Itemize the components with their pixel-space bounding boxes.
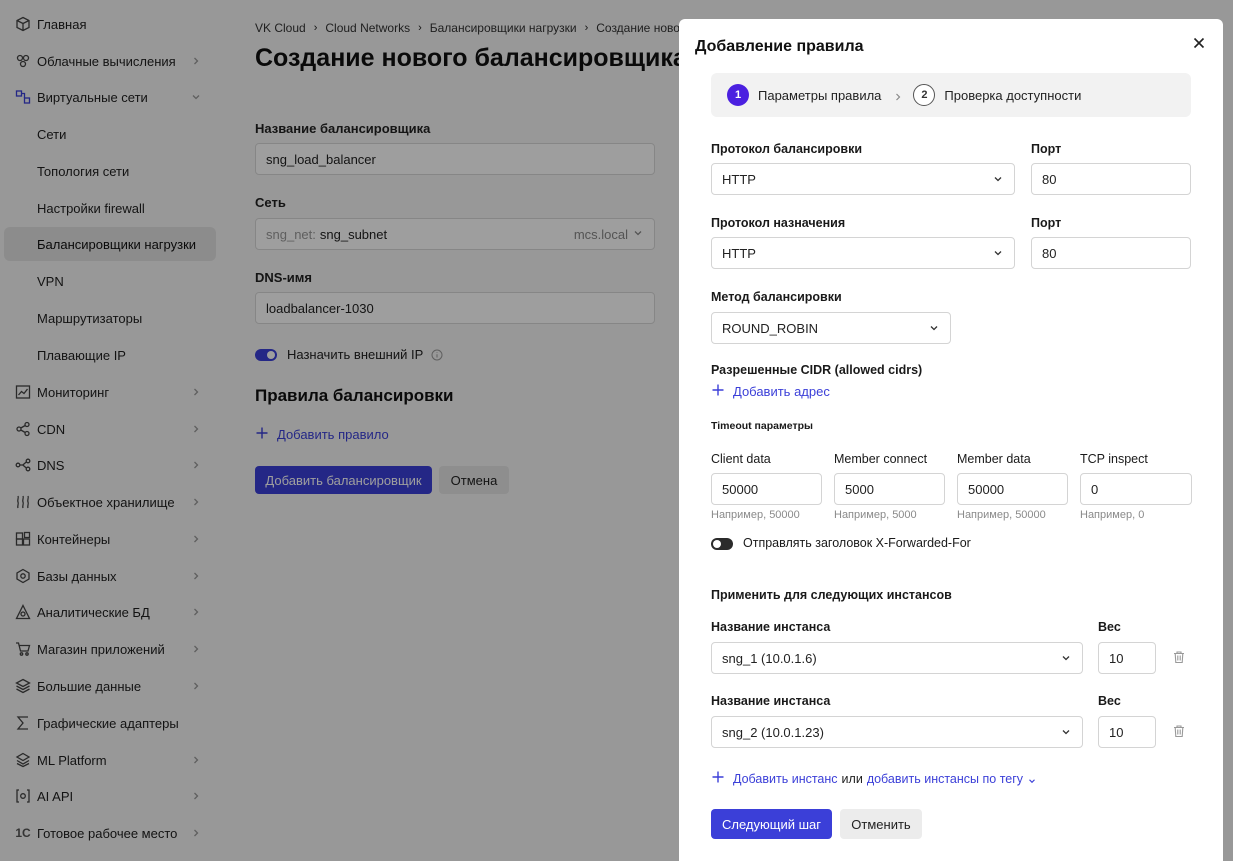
port-label: Порт — [1031, 142, 1062, 156]
balance-protocol-label: Протокол балансировки — [711, 142, 863, 156]
instance-select[interactable]: sng_1 (10.0.1.6) — [711, 642, 1083, 674]
add-address-link[interactable]: Добавить адрес — [711, 383, 830, 400]
trash-icon[interactable] — [1172, 650, 1186, 664]
weight-value: 10 — [1109, 650, 1124, 666]
member-connect-hint: Например, 5000 — [834, 509, 917, 521]
method-select[interactable]: ROUND_ROBIN — [711, 312, 951, 344]
add-instance-link[interactable]: Добавить инстанс — [733, 772, 838, 786]
step-label[interactable]: Параметры правила — [758, 88, 881, 103]
instances-title: Применить для следующих инстансов — [711, 588, 952, 602]
timeout-title: Timeout параметры — [711, 420, 813, 432]
xff-label: Отправлять заголовок X-Forwarded-For — [743, 536, 971, 550]
dest-protocol-select[interactable]: HTTP — [711, 237, 1015, 269]
tcp-inspect-input[interactable]: 0 — [1080, 473, 1192, 505]
client-data-input[interactable]: 50000 — [711, 473, 822, 505]
chevron-right-icon — [893, 90, 903, 101]
chevron-down-icon — [992, 247, 1004, 259]
dest-port-value: 80 — [1042, 245, 1057, 261]
balance-protocol-select[interactable]: HTTP — [711, 163, 1015, 195]
member-data-label: Member data — [957, 452, 1031, 466]
weight-value: 10 — [1109, 724, 1124, 740]
modal-cancel-button[interactable]: Отменить — [840, 809, 922, 839]
chevron-down-icon[interactable] — [1027, 774, 1037, 784]
weight-input[interactable]: 10 — [1098, 642, 1156, 674]
port-input[interactable]: 80 — [1031, 163, 1191, 195]
or-text: или — [841, 771, 863, 786]
client-data-value: 50000 — [722, 481, 759, 497]
chevron-down-icon — [992, 173, 1004, 185]
add-by-tag-link[interactable]: добавить инстансы по тегу — [867, 772, 1023, 786]
chevron-down-icon — [1060, 652, 1072, 664]
method-label: Метод балансировки — [711, 290, 842, 304]
dest-protocol-label: Протокол назначения — [711, 216, 846, 230]
next-step-button[interactable]: Следующий шаг — [711, 809, 832, 839]
instance-label: Название инстанса — [711, 694, 831, 708]
client-data-label: Client data — [711, 452, 771, 466]
weight-label: Вес — [1098, 694, 1121, 708]
cidr-label: Разрешенные CIDR (allowed cidrs) — [711, 363, 923, 377]
member-connect-label: Member connect — [834, 452, 928, 466]
tcp-inspect-hint: Например, 0 — [1080, 509, 1145, 521]
client-data-hint: Например, 50000 — [711, 509, 800, 521]
weight-input[interactable]: 10 — [1098, 716, 1156, 748]
chevron-down-icon — [1060, 726, 1072, 738]
member-data-input[interactable]: 50000 — [957, 473, 1068, 505]
instance-value: sng_1 (10.0.1.6) — [722, 650, 817, 666]
instance-label: Название инстанса — [711, 620, 831, 634]
modal-title: Добавление правила — [695, 38, 864, 55]
close-icon[interactable] — [1191, 35, 1207, 51]
dest-port-input[interactable]: 80 — [1031, 237, 1191, 269]
member-connect-input[interactable]: 5000 — [834, 473, 945, 505]
instance-value: sng_2 (10.0.1.23) — [722, 724, 824, 740]
weight-label: Вес — [1098, 620, 1121, 634]
add-rule-modal: Добавление правила 1 Параметры правила 2… — [679, 19, 1223, 861]
tcp-inspect-value: 0 — [1091, 481, 1099, 497]
step-number: 1 — [727, 84, 749, 106]
xff-toggle[interactable] — [711, 538, 733, 550]
instance-select[interactable]: sng_2 (10.0.1.23) — [711, 716, 1083, 748]
member-data-hint: Например, 50000 — [957, 509, 1046, 521]
tcp-inspect-label: TCP inspect — [1080, 452, 1148, 466]
port-value: 80 — [1042, 171, 1057, 187]
add-address-label: Добавить адрес — [733, 384, 830, 399]
method-value: ROUND_ROBIN — [722, 320, 819, 336]
member-data-value: 50000 — [968, 481, 1005, 497]
step-number: 2 — [913, 84, 936, 106]
dest-protocol-value: HTTP — [722, 245, 756, 261]
chevron-down-icon — [928, 322, 940, 334]
trash-icon[interactable] — [1172, 724, 1186, 738]
dest-port-label: Порт — [1031, 216, 1062, 230]
plus-icon — [711, 770, 725, 787]
add-instance-row: Добавить инстанс или добавить инстансы п… — [711, 770, 1037, 787]
stepper: 1 Параметры правила 2 Проверка доступнос… — [711, 73, 1191, 117]
member-connect-value: 5000 — [845, 481, 874, 497]
balance-protocol-value: HTTP — [722, 171, 756, 187]
step-label[interactable]: Проверка доступности — [944, 88, 1081, 103]
plus-icon — [711, 383, 733, 400]
